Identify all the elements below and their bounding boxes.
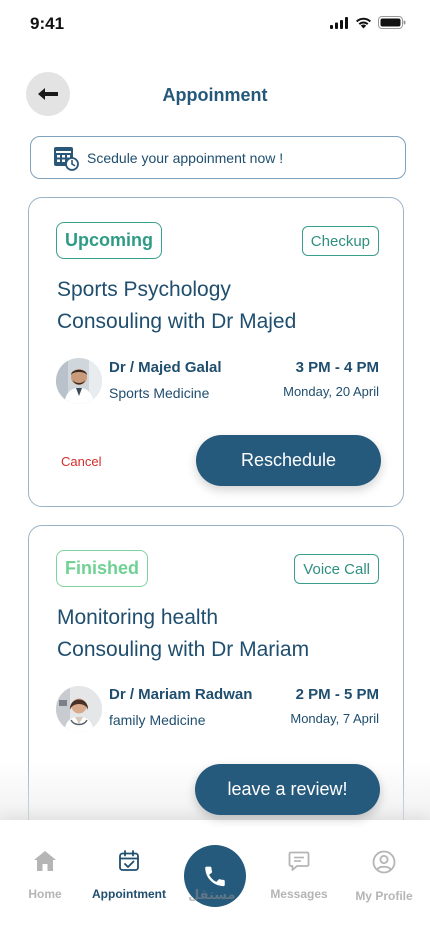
wifi-icon: [356, 17, 371, 28]
tab-label: Home: [28, 887, 62, 901]
tab-label: Appointment: [92, 887, 166, 901]
tab-messages[interactable]: Messages: [256, 850, 342, 901]
status-icons: [330, 16, 406, 29]
appointment-title: Monitoring health Consouling with Dr Mar…: [57, 602, 309, 666]
status-bar: 9:41: [0, 0, 430, 48]
appointment-card-upcoming: Upcoming Checkup Sports Psychology Conso…: [28, 197, 404, 507]
doctor-name: Dr / Mariam Radwan: [109, 686, 253, 703]
doctor-name: Dr / Majed Galal: [109, 359, 222, 376]
home-icon: [34, 851, 56, 871]
page-title: Appoinment: [162, 85, 268, 105]
appointment-title-line-2: Consouling with Dr Mariam: [57, 638, 310, 661]
tab-bar: Home Appointment مستقل Messages My Profi…: [0, 820, 430, 932]
tab-home[interactable]: Home: [2, 850, 88, 901]
schedule-appointment-button[interactable]: Scedule your appoinment now !: [30, 136, 406, 179]
doctor-avatar-image: [56, 358, 102, 404]
signal-icon: [330, 16, 348, 29]
message-icon: [288, 851, 310, 871]
doctor-avatar: [56, 686, 102, 732]
doctor-specialty: Sports Medicine: [109, 385, 210, 401]
calendar-check-icon: [119, 850, 139, 871]
status-time: 9:41: [30, 14, 65, 33]
appointment-title-line-1: Sports Psychology: [57, 278, 231, 301]
schedule-label: Scedule your appoinment now !: [87, 149, 284, 166]
appointment-title-line-2: Consouling with Dr Majed: [57, 310, 297, 333]
appointment-type-chip[interactable]: Checkup: [301, 226, 379, 256]
watermark-logo: مستقل: [188, 887, 236, 902]
appointment-date: Monday, 7 April: [290, 711, 379, 726]
appointment-title: Sports Psychology Consouling with Dr Maj…: [57, 274, 296, 338]
cancel-button[interactable]: Cancel: [61, 454, 101, 469]
appointment-title-line-1: Monitoring health: [57, 606, 219, 629]
reschedule-button[interactable]: Reschedule: [196, 435, 381, 486]
doctor-avatar-image: [56, 686, 102, 732]
battery-icon: [378, 16, 406, 29]
tab-appointment[interactable]: Appointment: [86, 850, 172, 901]
tab-my-profile[interactable]: My Profile: [341, 850, 427, 903]
user-icon: [372, 850, 396, 874]
tab-label: Messages: [270, 887, 328, 901]
header: Appoinment: [0, 72, 430, 118]
appointment-time: 3 PM - 4 PM: [295, 359, 379, 376]
phone-icon: [205, 866, 225, 887]
doctor-avatar: [56, 358, 102, 404]
status-badge: Finished: [56, 550, 149, 587]
calendar-clock-icon: [54, 146, 79, 171]
doctor-specialty: family Medicine: [109, 712, 206, 728]
appointment-type-chip[interactable]: Voice Call: [294, 554, 379, 584]
leave-review-button[interactable]: leave a review!: [195, 764, 380, 815]
status-badge: Upcoming: [56, 222, 162, 259]
appointment-time: 2 PM - 5 PM: [295, 686, 379, 703]
tab-label: My Profile: [355, 889, 413, 903]
appointment-date: Monday, 20 April: [283, 384, 379, 399]
